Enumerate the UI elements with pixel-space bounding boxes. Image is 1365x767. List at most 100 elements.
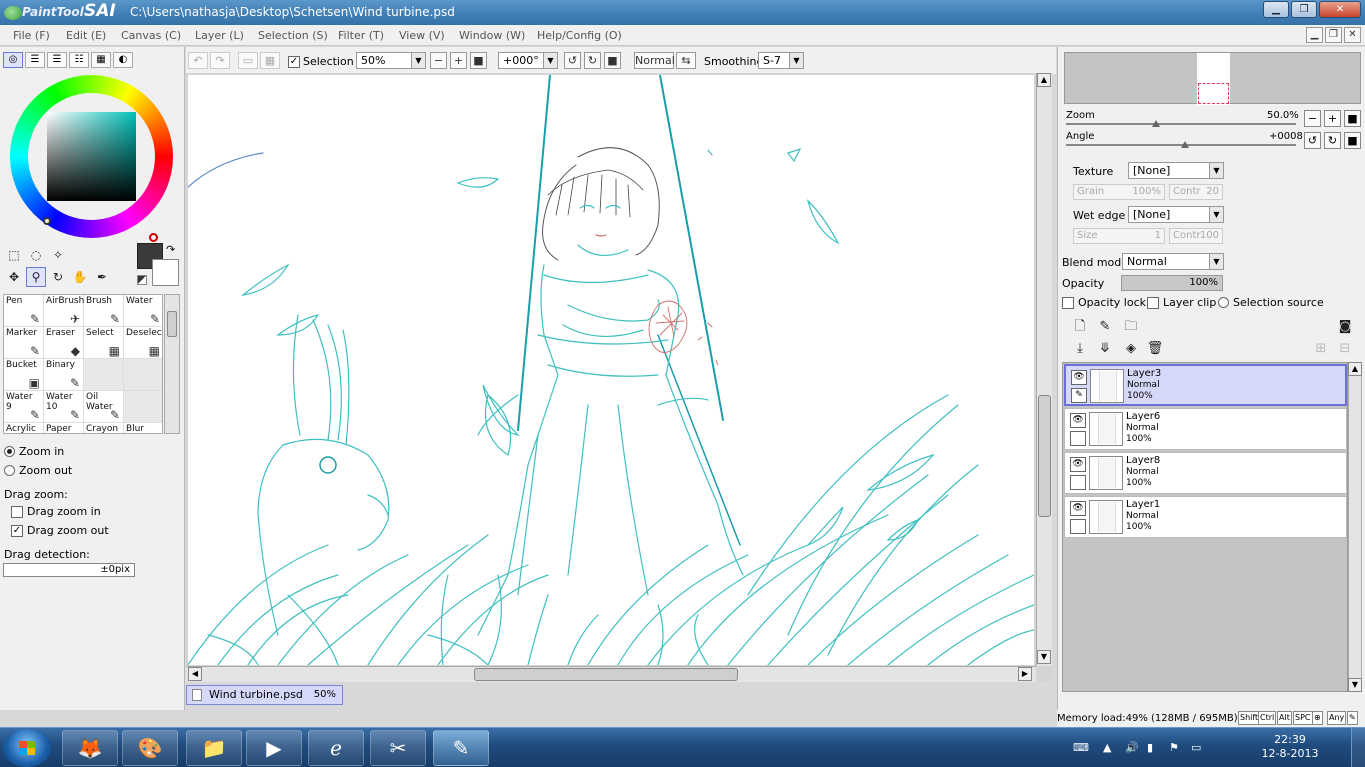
zoom-slider-knob[interactable] [1152, 120, 1160, 127]
drag-zoom-out-checkbox[interactable]: ✓ [11, 524, 23, 537]
texture-select[interactable]: [None] ▼ [1128, 162, 1224, 179]
power-icon[interactable]: ▭ [1191, 741, 1201, 754]
menu-file[interactable]: File (F) [13, 29, 50, 42]
saturation-value-square[interactable] [47, 112, 136, 201]
drag-detection-input[interactable]: ±0pix [3, 563, 135, 577]
new-linework-layer-icon[interactable]: ✎ [1096, 318, 1114, 336]
nav-rotate-left-icon[interactable]: ↺ [1304, 132, 1321, 149]
color-wheel[interactable] [10, 75, 173, 242]
scroll-down-icon[interactable]: ▼ [1037, 650, 1051, 664]
texture-contrast-field[interactable]: Contr 20 [1169, 184, 1223, 200]
wet-edge-size-field[interactable]: Size 1 [1073, 228, 1165, 244]
start-button[interactable] [3, 729, 51, 767]
show-desktop-button[interactable] [1351, 728, 1365, 767]
doc-close-button[interactable]: ✕ [1344, 27, 1361, 43]
lock-slot-icon[interactable] [1070, 519, 1086, 534]
brush-water-10[interactable]: Water 10 ✎ [44, 391, 84, 423]
brush-grid-scrollbar[interactable] [164, 294, 180, 434]
lock-slot-icon[interactable] [1070, 431, 1086, 446]
scroll-up-icon[interactable]: ▲ [1037, 73, 1051, 87]
opacity-lock-option[interactable]: Opacity lock [1062, 296, 1146, 309]
zoom-in-icon[interactable]: + [450, 52, 467, 69]
smoothing-select[interactable]: S-7 ▼ [758, 52, 804, 69]
menu-filter[interactable]: Filter (T) [338, 29, 384, 42]
brush-binary[interactable]: Binary ✎ [44, 359, 84, 391]
angle-slider-knob[interactable] [1181, 141, 1189, 148]
navigator-viewport[interactable] [1198, 83, 1229, 104]
close-button[interactable]: ✕ [1319, 1, 1361, 18]
drag-zoom-out-option[interactable]: ✓ Drag zoom out [11, 524, 109, 537]
clock[interactable]: 22:39 12-8-2013 [1255, 733, 1325, 761]
eye-icon[interactable]: 👁 [1070, 501, 1086, 516]
hsv-slider-tab-icon[interactable]: ☰ [47, 52, 67, 68]
grain-field[interactable]: Grain 100% [1073, 184, 1165, 200]
drag-zoom-in-option[interactable]: Drag zoom in [11, 505, 101, 518]
nav-zoom-in-icon[interactable]: + [1324, 110, 1341, 127]
zoom-icon[interactable]: ⚲ [26, 267, 46, 287]
angle-select[interactable]: +000° ▼ [498, 52, 558, 69]
brush-bucket[interactable]: Bucket ▣ [4, 359, 44, 391]
angle-slider[interactable] [1066, 141, 1296, 148]
lock-slot-icon[interactable] [1070, 475, 1086, 490]
painttool-sai-taskbar-icon[interactable]: ✎ [433, 730, 489, 766]
brush-eraser[interactable]: Eraser ◆ [44, 327, 84, 359]
layer-clip-option[interactable]: Layer clip [1147, 296, 1216, 309]
zoom-in-radio[interactable] [4, 446, 15, 457]
scroll-right-icon[interactable]: ▶ [1018, 667, 1032, 681]
pen-icon[interactable]: ✎ [1071, 388, 1087, 403]
brush-oil-water[interactable]: Oil Water ✎ [84, 391, 124, 423]
delete-layer-icon[interactable]: 🗑 [1146, 340, 1164, 358]
menu-window[interactable]: Window (W) [459, 29, 525, 42]
rotate-reset-icon[interactable]: ■ [604, 52, 621, 69]
brush-slot-empty[interactable] [124, 359, 162, 391]
scroll-down-icon[interactable]: ▼ [1348, 678, 1362, 692]
mixer-tab-icon[interactable]: ◐ [113, 52, 133, 68]
eyedropper-icon[interactable]: ✒ [92, 267, 112, 287]
brush-brush[interactable]: Brush ✎ [84, 295, 124, 327]
canvas-horizontal-scrollbar[interactable]: ◀ ▶ [186, 666, 1036, 682]
zoom-select[interactable]: 50% ▼ [356, 52, 426, 69]
zoom-in-option[interactable]: Zoom in [4, 445, 64, 458]
menu-edit[interactable]: Edit (E) [66, 29, 106, 42]
snipping-tool-taskbar-icon[interactable]: ✂ [370, 730, 426, 766]
merge-mask-icon[interactable]: ⊟ [1336, 340, 1354, 358]
nav-zoom-out-icon[interactable]: − [1304, 110, 1321, 127]
redo-icon[interactable]: ↷ [210, 52, 230, 69]
move-icon[interactable]: ✥ [4, 267, 24, 287]
wet-edge-contrast-field[interactable]: Contr 100 [1169, 228, 1223, 244]
brush-airbrush[interactable]: AirBrush ✈ [44, 295, 84, 327]
drag-zoom-in-checkbox[interactable] [11, 505, 23, 518]
menu-canvas[interactable]: Canvas (C) [121, 29, 181, 42]
brush-deselect[interactable]: Deselect ▦ [124, 327, 162, 359]
invert-selection-icon[interactable]: ▦ [260, 52, 280, 69]
layer-item-layer1[interactable]: 👁 Layer1 Normal 100% [1064, 496, 1347, 538]
magic-wand-icon[interactable]: ✧ [48, 245, 68, 265]
eye-icon[interactable]: 👁 [1070, 457, 1086, 472]
explorer-taskbar-icon[interactable]: 📁 [186, 730, 242, 766]
canvas-vertical-scroll-thumb[interactable] [1038, 395, 1051, 517]
deselect-icon[interactable]: ▭ [238, 52, 258, 69]
rotate-right-icon[interactable]: ↻ [584, 52, 601, 69]
opacity-lock-checkbox[interactable] [1062, 296, 1074, 309]
selection-source-radio[interactable] [1218, 297, 1229, 308]
color-wheel-tab-icon[interactable]: ◎ [3, 52, 23, 68]
lasso-icon[interactable]: ◌ [26, 245, 46, 265]
brush-blur[interactable]: Blur [124, 423, 162, 433]
zoom-reset-icon[interactable]: ■ [470, 52, 487, 69]
network-icon[interactable]: ▮ [1147, 741, 1153, 754]
rotate-icon[interactable]: ↻ [48, 267, 68, 287]
internet-explorer-taskbar-icon[interactable]: ℯ [308, 730, 364, 766]
document-tab[interactable]: Wind turbine.psd 50% [186, 685, 343, 705]
brush-slot-empty[interactable] [84, 359, 124, 391]
maximize-button[interactable]: ❐ [1291, 1, 1317, 18]
brush-select[interactable]: Select ▦ [84, 327, 124, 359]
brush-grid-scroll-thumb[interactable] [167, 311, 177, 337]
layer-item-layer6[interactable]: 👁 Layer6 Normal 100% [1064, 408, 1347, 450]
zoom-slider[interactable] [1066, 120, 1296, 127]
brush-crayon[interactable]: Crayon [84, 423, 124, 433]
brush-marker[interactable]: Marker ✎ [4, 327, 44, 359]
undo-icon[interactable]: ↶ [188, 52, 208, 69]
rotate-left-icon[interactable]: ↺ [564, 52, 581, 69]
apply-mask-icon[interactable]: ⊞ [1312, 340, 1330, 358]
brush-pen[interactable]: Pen ✎ [4, 295, 44, 327]
